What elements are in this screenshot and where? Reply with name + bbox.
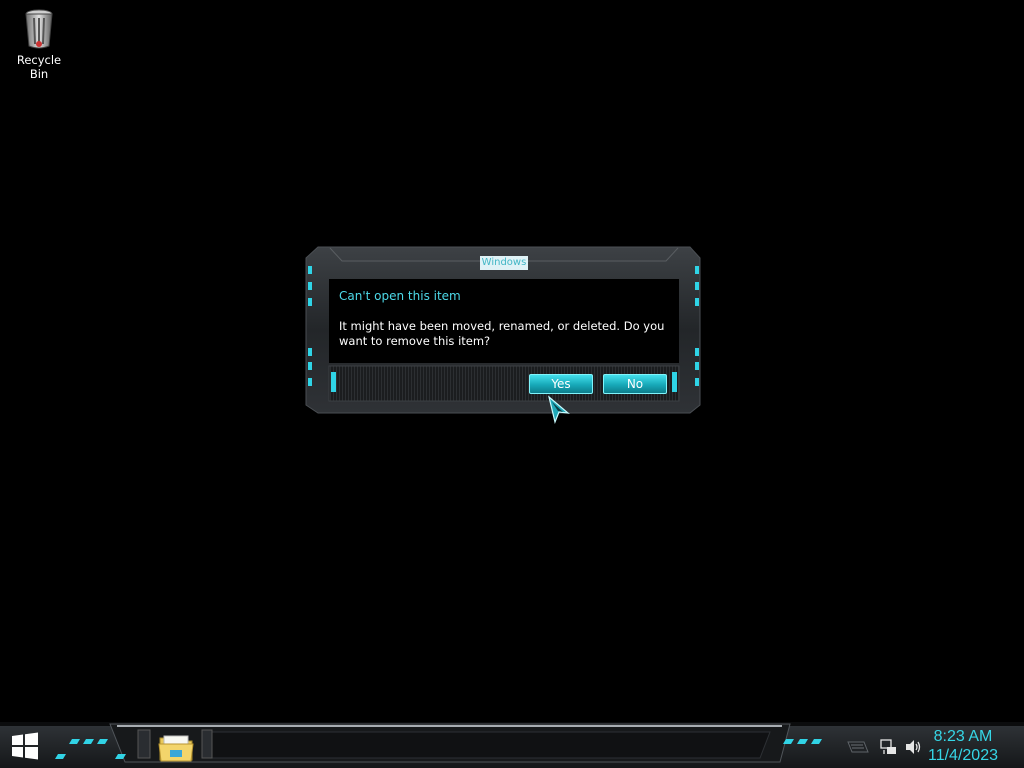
yes-button[interactable]: Yes: [529, 374, 593, 394]
recycle-bin-label: Recycle Bin: [16, 53, 62, 81]
mouse-cursor-icon: [547, 395, 570, 424]
dialog-message: It might have been moved, renamed, or de…: [339, 319, 665, 348]
flag-icon[interactable]: [846, 738, 870, 756]
dialog-frame: [305, 246, 701, 414]
recycle-bin-icon: [25, 9, 53, 49]
file-explorer-icon: [158, 735, 194, 762]
taskbar: [0, 722, 1024, 768]
clock-time: 8:23 AM: [933, 728, 993, 745]
no-button[interactable]: No: [603, 374, 667, 394]
desktop-icon-recycle-bin[interactable]: Recycle Bin: [6, 8, 72, 81]
taskbar-clock[interactable]: 8:23 AM 11/4/2023: [918, 728, 1008, 766]
windows-logo-icon: [12, 732, 38, 760]
start-button[interactable]: [10, 731, 40, 761]
network-icon[interactable]: [880, 738, 898, 756]
clock-date: 11/4/2023: [928, 747, 998, 764]
taskbar-file-explorer-button[interactable]: [156, 730, 196, 764]
dialog-main-instruction: Can't open this item: [339, 289, 461, 303]
dialog-title: Windows: [480, 256, 528, 270]
